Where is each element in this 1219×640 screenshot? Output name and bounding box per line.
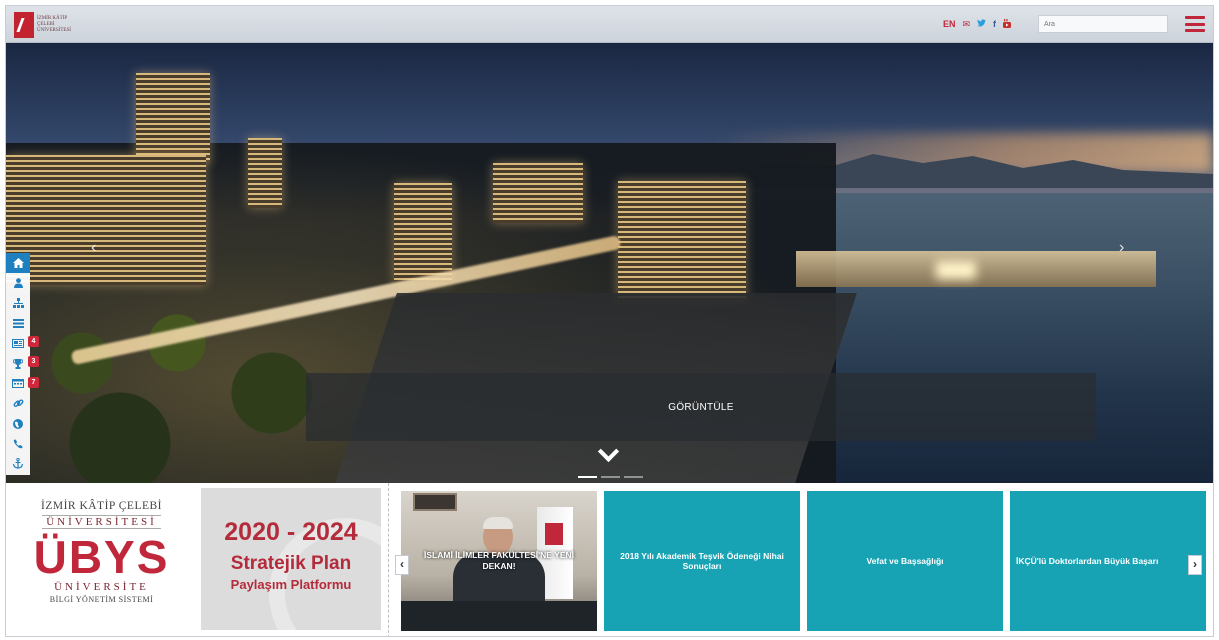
ubys-title: ÜBYS — [33, 531, 170, 583]
plan-subtitle: Paylaşım Platformu — [230, 577, 352, 592]
waterfront-building — [618, 181, 746, 301]
bottom-panel: İZMİR KÂTİP ÇELEBİ ÜNİVERSİTESİ ÜBYS ÜNİ… — [6, 483, 1213, 636]
hero-prev-arrow[interactable]: ‹ — [91, 239, 96, 257]
news-title: İSLAMİ İLİMLER FAKÜLTESİ'NE YENİ DEKAN! — [424, 550, 574, 571]
twitter-icon[interactable] — [977, 19, 986, 29]
logo-mark-icon — [14, 12, 34, 38]
news-card-dean[interactable]: İSLAMİ İLİMLER FAKÜLTESİ'NE YENİ DEKAN! — [401, 491, 597, 631]
ubys-line2: ÜNİVERSİTESİ — [42, 515, 161, 529]
hotel-building — [6, 155, 206, 285]
news-icon — [12, 338, 24, 348]
user-icon — [13, 278, 23, 289]
university-logo[interactable]: İZMİR KÂTİP ÇELEBİ ÜNİVERSİTESİ — [14, 11, 84, 39]
youtube-icon[interactable] — [1003, 18, 1011, 30]
language-switch-en[interactable]: EN — [943, 19, 956, 29]
hero-next-arrow[interactable]: › — [1119, 239, 1124, 257]
quick-access-sidebar: 4 3 7 — [6, 253, 39, 475]
sidebar-links[interactable] — [6, 394, 30, 414]
facebook-icon[interactable]: f — [993, 19, 996, 29]
news-card-success[interactable]: İKÇÜ'lü Doktorlardan Büyük Başarı — [1010, 491, 1206, 631]
globe-icon — [13, 418, 23, 429]
pier — [796, 251, 1156, 287]
anchor-icon — [13, 458, 23, 470]
slider-dots — [578, 476, 643, 478]
search-input[interactable] — [1038, 15, 1168, 33]
browser-frame: İZMİR KÂTİP ÇELEBİ ÜNİVERSİTESİ EN ✉ f A… — [5, 5, 1214, 637]
site-header: İZMİR KÂTİP ÇELEBİ ÜNİVERSİTESİ EN ✉ f — [6, 6, 1213, 43]
slider-dot[interactable] — [624, 476, 643, 478]
news-title: 2018 Yılı Akademik Teşvik Ödeneği Nihai … — [620, 551, 784, 571]
strategic-plan-banner[interactable]: 2020 - 2024 Stratejik Plan Paylaşım Plat… — [201, 488, 381, 630]
calendar-icon — [12, 379, 24, 389]
news-title: İKÇÜ'lü Doktorlardan Büyük Başarı — [1016, 556, 1159, 566]
sidebar-home[interactable] — [6, 253, 30, 274]
news-card-condolence[interactable]: Vefat ve Başsağlığı — [807, 491, 1003, 631]
sidebar-anchor[interactable] — [6, 454, 30, 474]
home-icon — [12, 258, 24, 269]
center-building — [493, 163, 583, 223]
news-next-button[interactable]: › — [1188, 555, 1202, 575]
sidebar-globe[interactable] — [6, 414, 30, 434]
ubys-line1: İZMİR KÂTİP ÇELEBİ — [40, 500, 162, 512]
sidebar-list[interactable] — [6, 313, 30, 333]
sidebar-organization[interactable] — [6, 293, 30, 313]
chevron-down-icon[interactable] — [595, 444, 621, 462]
slider-dot[interactable] — [578, 476, 597, 478]
ubys-banner[interactable]: İZMİR KÂTİP ÇELEBİ ÜNİVERSİTESİ ÜBYS ÜNİ… — [11, 488, 192, 628]
plan-years: 2020 - 2024 — [224, 518, 358, 546]
hero-caption-band[interactable]: GÖRÜNTÜLE — [306, 373, 1096, 441]
news-badge: 4 — [28, 336, 39, 348]
sidebar-events[interactable]: 7 — [6, 374, 39, 394]
pier-light — [936, 261, 976, 279]
news-prev-button[interactable]: ‹ — [395, 555, 409, 575]
link-icon — [13, 399, 23, 408]
slider-dot[interactable] — [601, 476, 620, 478]
ubys-line4: BİLGİ YÖNETİM SİSTEMİ — [49, 595, 154, 604]
list-icon — [12, 318, 24, 328]
mid-building — [394, 183, 452, 283]
menu-hamburger-icon[interactable] — [1185, 16, 1205, 32]
awards-badge: 3 — [28, 356, 39, 368]
events-badge: 7 — [28, 376, 39, 388]
news-title: Vefat ve Başsağlığı — [866, 556, 944, 566]
sidebar-phone[interactable] — [6, 434, 30, 454]
tower-building — [136, 73, 210, 163]
mail-icon[interactable]: ✉ — [962, 19, 970, 29]
hero-caption[interactable]: GÖRÜNTÜLE — [668, 402, 733, 413]
section-divider — [388, 483, 389, 636]
org-chart-icon — [12, 298, 24, 309]
phone-icon — [13, 439, 23, 449]
news-card-incentive[interactable]: 2018 Yılı Akademik Teşvik Ödeneği Nihai … — [604, 491, 800, 631]
sidebar-awards[interactable]: 3 — [6, 353, 39, 373]
desk — [401, 601, 597, 631]
tall-building — [248, 138, 282, 208]
sidebar-news[interactable]: 4 — [6, 333, 39, 353]
plan-title: Stratejik Plan — [230, 553, 352, 574]
hero-slider: ‹ › GÖRÜNTÜLE 4 3 7 — [6, 43, 1213, 483]
sidebar-person[interactable] — [6, 273, 30, 293]
header-tools: EN ✉ f — [943, 12, 1205, 36]
wall-painting — [413, 493, 457, 511]
logo-text: İZMİR KÂTİP ÇELEBİ ÜNİVERSİTESİ — [37, 16, 71, 33]
trophy-icon — [13, 358, 23, 369]
